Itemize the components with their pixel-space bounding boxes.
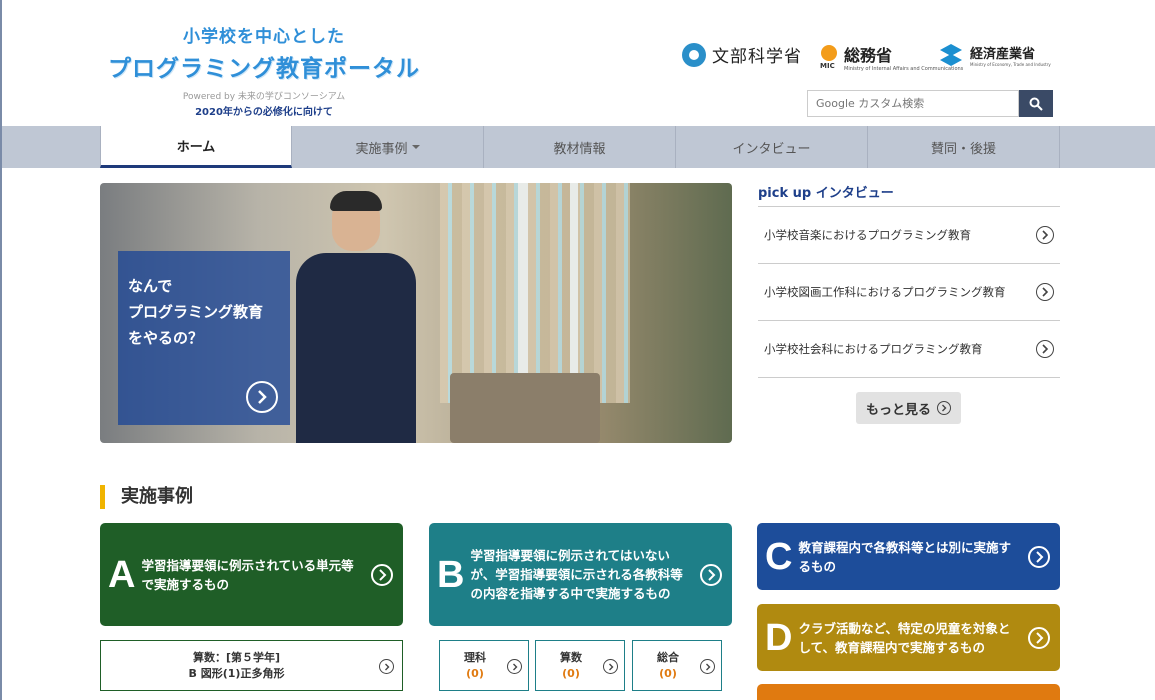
nav-home-label: ホーム [176, 140, 216, 155]
category-text: クラブ活動など、特定の児童を対象として、教育課程内で実施するもの [798, 620, 1011, 655]
subject-unit: B 図形(1)正多角形 [188, 666, 285, 680]
chevron-right-circle-icon [1036, 340, 1054, 358]
subject-link-a[interactable]: 算数：[第５学年] B 図形(1)正多角形 [100, 640, 403, 691]
category-text: 学習指導要領に例示されてはいないが、学習指導要領に示される各教科等の内容を指導す… [470, 548, 683, 601]
logo-subtitle: 2020年からの必修化に向けて [195, 107, 333, 118]
pickup-title: pick up インタビュー [758, 186, 894, 201]
meti-name: 経済産業省 [970, 47, 1036, 62]
hero-card[interactable]: なんで プログラミング教育 をやるの？ [118, 251, 290, 425]
category-d-card[interactable]: D クラブ活動など、特定の児童を対象として、教育課程内で実施するもの [757, 604, 1060, 671]
category-a-card[interactable]: A 学習指導要領に例示されている単元等で実施するもの [100, 523, 403, 626]
category-letter: A [108, 553, 136, 596]
subject-count: (0) [562, 666, 580, 680]
nav-cases[interactable]: 実施事例 [292, 126, 484, 168]
site-logo[interactable]: 小学校を中心とした プログラミング教育ポータル Powered by 未来の学び… [106, 22, 422, 118]
chevron-right-circle-icon [1036, 283, 1054, 301]
meti-english: Ministry of Economy, Trade and Industry [970, 62, 1051, 67]
nav-home[interactable]: ホーム [100, 126, 292, 168]
chevron-right-circle-icon [1028, 626, 1050, 649]
category-text: 学習指導要領に例示されている単元等で実施するもの [141, 557, 354, 592]
mext-emblem-icon [682, 42, 706, 67]
powered-by: Powered by 未来の学びコンソーシアム [182, 92, 346, 102]
main-nav: ホーム 実施事例 教材情報 インタビュー 賛同・後援 [2, 126, 1155, 168]
nav-interview[interactable]: インタビュー [676, 126, 868, 168]
chevron-right-circle-icon [371, 563, 393, 586]
category-letter: D [765, 616, 793, 659]
mic-abbr: MIC [820, 62, 835, 70]
more-button-label: もっと見る [865, 402, 931, 418]
nav-interview-label: インタビュー [732, 141, 811, 157]
pickup-item-label: 小学校社会科におけるプログラミング教育 [764, 341, 983, 356]
logo-line2: プログラミング教育ポータル [108, 56, 420, 82]
mext-name: 文部科学省 [712, 47, 802, 67]
chevron-right-circle-icon [603, 659, 618, 674]
search-input[interactable] [807, 90, 1019, 117]
mext-logo[interactable]: 文部科学省 [682, 42, 802, 67]
site-search [807, 90, 1053, 117]
subject-label: 算数 [560, 650, 582, 664]
hero-banner[interactable]: なんで プログラミング教育 をやるの？ [100, 183, 732, 443]
hero-card-text: なんで プログラミング教育 をやるの？ [128, 277, 264, 347]
pickup-item[interactable]: 小学校社会科におけるプログラミング教育 [758, 321, 1060, 378]
more-button[interactable]: もっと見る [856, 392, 961, 424]
pickup-item[interactable]: 小学校音楽におけるプログラミング教育 [758, 207, 1060, 264]
search-icon [1029, 97, 1043, 111]
subject-link-math[interactable]: 算数 (0) [535, 640, 625, 691]
hero-person [292, 191, 416, 443]
chevron-right-circle-icon [1036, 226, 1054, 244]
subject-label: 理科 [464, 650, 486, 664]
nav-cases-label: 実施事例 [355, 141, 408, 157]
meti-logo[interactable]: 経済産業省 Ministry of Economy, Trade and Ind… [938, 42, 1051, 68]
subject-count: (0) [659, 666, 677, 680]
mic-emblem-icon: MIC [820, 45, 840, 70]
pickup-item-label: 小学校音楽におけるプログラミング教育 [764, 227, 971, 242]
chevron-right-circle-icon [700, 563, 722, 586]
subject-grade: 算数：[第５学年] [192, 650, 281, 664]
chevron-right-circle-icon [937, 401, 951, 415]
category-letter: B [437, 553, 465, 596]
nav-materials-label: 教材情報 [553, 141, 606, 157]
caret-down-icon [411, 145, 420, 149]
chevron-right-circle-icon [379, 659, 394, 674]
subject-label: 総合 [657, 650, 679, 664]
nav-support[interactable]: 賛同・後援 [868, 126, 1060, 168]
logo-line1: 小学校を中心とした [183, 27, 345, 47]
category-text: 教育課程内で各教科等とは別に実施するもの [798, 539, 1011, 574]
nav-support-label: 賛同・後援 [930, 141, 996, 157]
category-b-card[interactable]: B 学習指導要領に例示されてはいないが、学習指導要領に示される各教科等の内容を指… [429, 523, 732, 626]
category-letter: C [765, 535, 793, 578]
pickup-item-label: 小学校図画工作科におけるプログラミング教育 [764, 284, 1006, 299]
pickup-list: 小学校音楽におけるプログラミング教育 小学校図画工作科におけるプログラミング教育… [758, 206, 1060, 378]
chevron-right-circle-icon [507, 659, 522, 674]
category-e-card[interactable] [757, 684, 1060, 700]
category-c-card[interactable]: C 教育課程内で各教科等とは別に実施するもの [757, 523, 1060, 590]
search-button[interactable] [1019, 90, 1053, 117]
nav-materials[interactable]: 教材情報 [484, 126, 676, 168]
chevron-right-circle-icon[interactable] [246, 381, 278, 413]
chevron-right-circle-icon [700, 659, 715, 674]
subject-link-general[interactable]: 総合 (0) [632, 640, 722, 691]
pickup-item[interactable]: 小学校図画工作科におけるプログラミング教育 [758, 264, 1060, 321]
meti-emblem-icon [940, 44, 962, 66]
section-title: 実施事例 [100, 485, 193, 509]
chevron-right-circle-icon [1028, 545, 1050, 568]
subject-count: (0) [466, 666, 484, 680]
subject-link-science[interactable]: 理科 (0) [439, 640, 529, 691]
